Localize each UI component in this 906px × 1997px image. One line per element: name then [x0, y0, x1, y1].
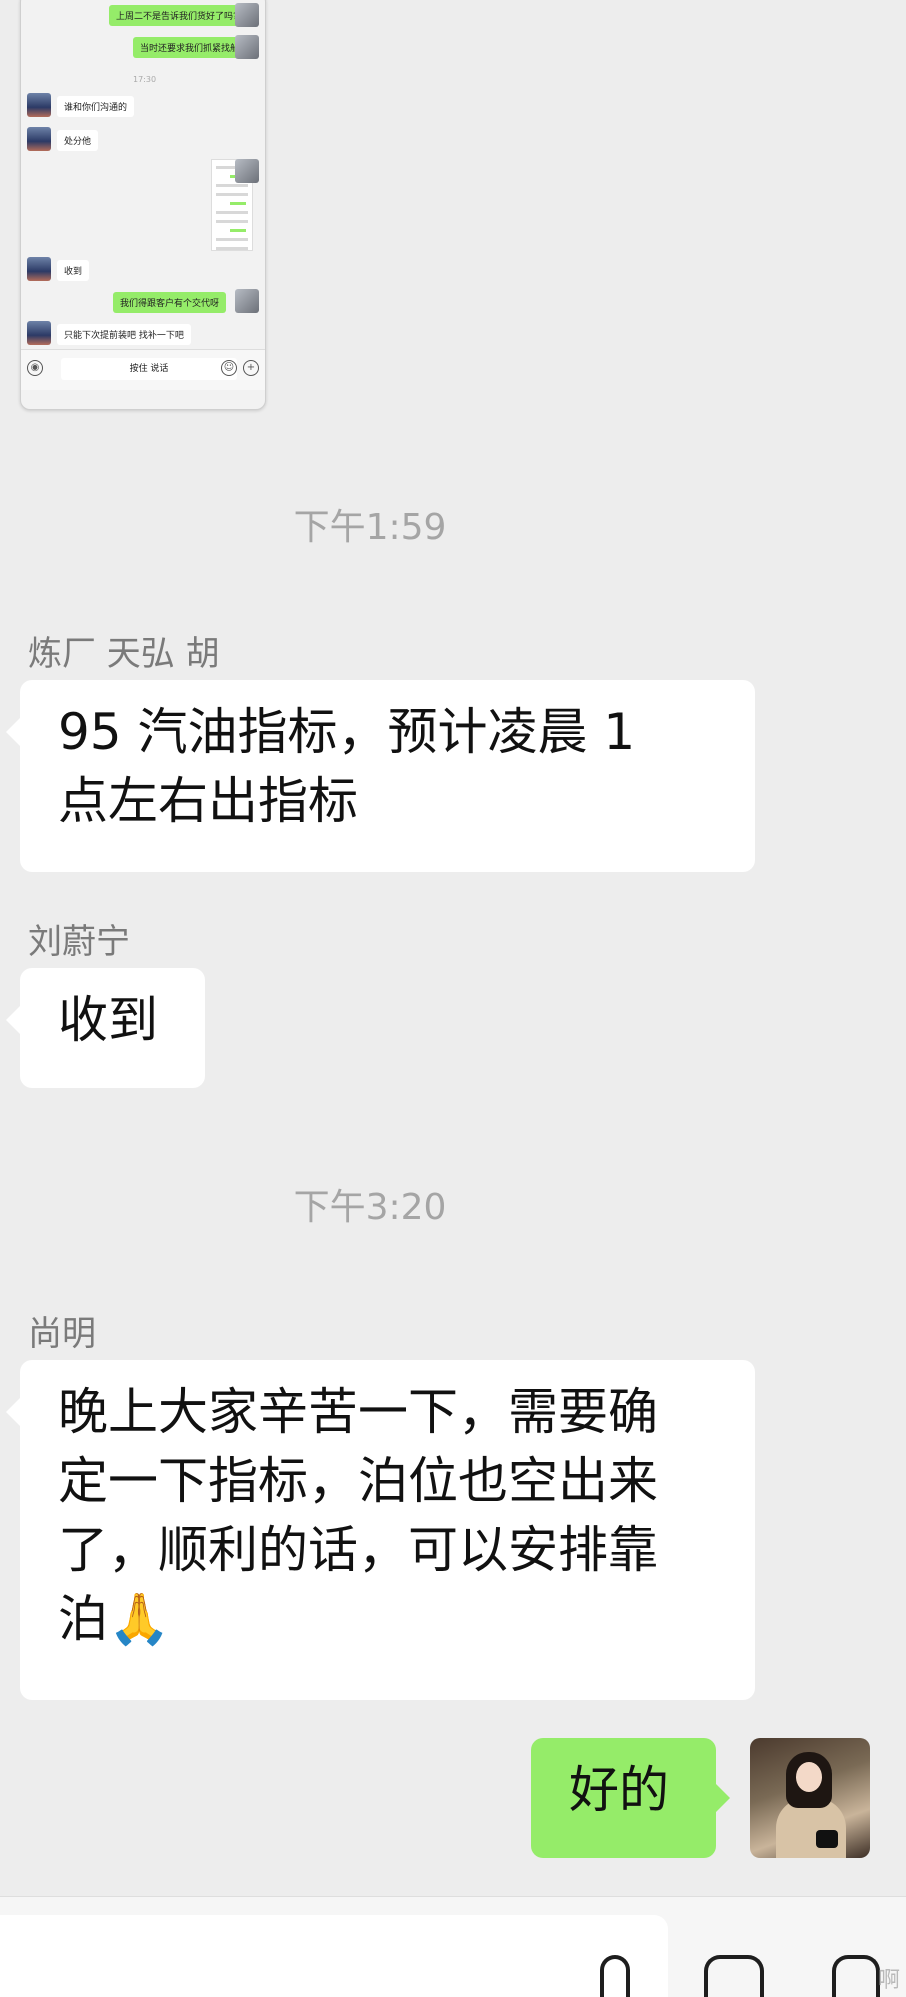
emoji-icon: ☺	[221, 360, 237, 376]
mini-message: 收到	[57, 260, 90, 281]
toolbar-button[interactable]	[704, 1955, 764, 1997]
message-bubble[interactable]: 收到	[6, 968, 205, 1088]
embedded-chat-screenshot[interactable]: 上周二不是告诉我们货好了吗? 当时还要求我们抓紧找船 17:30 谁和你们沟通的…	[20, 0, 266, 410]
message-input[interactable]	[0, 1915, 668, 1997]
voice-icon: ◉	[27, 360, 43, 376]
input-bar	[0, 1896, 906, 1997]
mini-avatar	[27, 257, 51, 281]
praying-hands-emoji: 🙏	[108, 1590, 171, 1648]
mini-message: 处分他	[57, 130, 99, 151]
mini-message: 谁和你们沟通的	[57, 96, 135, 117]
message-line: 95 汽油指标，预计凌晨 1	[58, 703, 636, 761]
mini-avatar	[235, 159, 259, 183]
message-line: 点左右出指标	[58, 772, 358, 830]
mini-input-bar: ◉ 按住 说话 ☺ +	[21, 349, 265, 390]
outgoing-message-bubble[interactable]: 好的	[531, 1738, 730, 1858]
message-line: 泊🙏	[58, 1585, 717, 1654]
message-line: 定一下指标，泊位也空出来	[58, 1452, 658, 1510]
plus-icon: +	[243, 360, 259, 376]
mini-message: 上周二不是告诉我们货好了吗?	[109, 5, 245, 26]
message-line: 晚上大家辛苦一下，需要确	[58, 1383, 658, 1441]
mini-avatar	[235, 289, 259, 313]
timestamp: 下午1:59	[293, 507, 447, 548]
sender-name: 刘蔚宁	[28, 922, 130, 962]
mini-timestamp: 17:30	[133, 75, 157, 84]
toolbar-button[interactable]	[600, 1955, 630, 1997]
message-bubble[interactable]: 95 汽油指标，预计凌晨 1 点左右出指标	[6, 680, 755, 872]
sender-name: 炼厂 天弘 胡	[28, 634, 220, 674]
user-avatar[interactable]	[750, 1738, 870, 1858]
mini-avatar	[27, 321, 51, 345]
message-line: 好的	[569, 1761, 669, 1819]
mini-message: 只能下次提前装吧 找补一下吧	[57, 324, 191, 345]
message-bubble[interactable]: 晚上大家辛苦一下，需要确 定一下指标，泊位也空出来 了，顺利的话，可以安排靠 泊…	[6, 1360, 755, 1700]
mini-avatar	[235, 35, 259, 59]
mini-hold-to-talk: 按住 说话	[61, 358, 237, 380]
mini-avatar	[27, 93, 51, 117]
watermark: 啊	[877, 1968, 900, 1993]
message-line: 了，顺利的话，可以安排靠	[58, 1521, 658, 1579]
toolbar-button[interactable]	[832, 1955, 880, 1997]
mini-message: 当时还要求我们抓紧找船	[133, 37, 247, 58]
mini-avatar	[235, 3, 259, 27]
message-text: 泊	[58, 1590, 108, 1648]
mini-avatar	[27, 127, 51, 151]
message-line: 收到	[58, 991, 158, 1049]
mini-message: 我们得跟客户有个交代呀	[113, 292, 227, 313]
sender-name: 尚明	[28, 1314, 96, 1354]
timestamp: 下午3:20	[293, 1187, 447, 1228]
